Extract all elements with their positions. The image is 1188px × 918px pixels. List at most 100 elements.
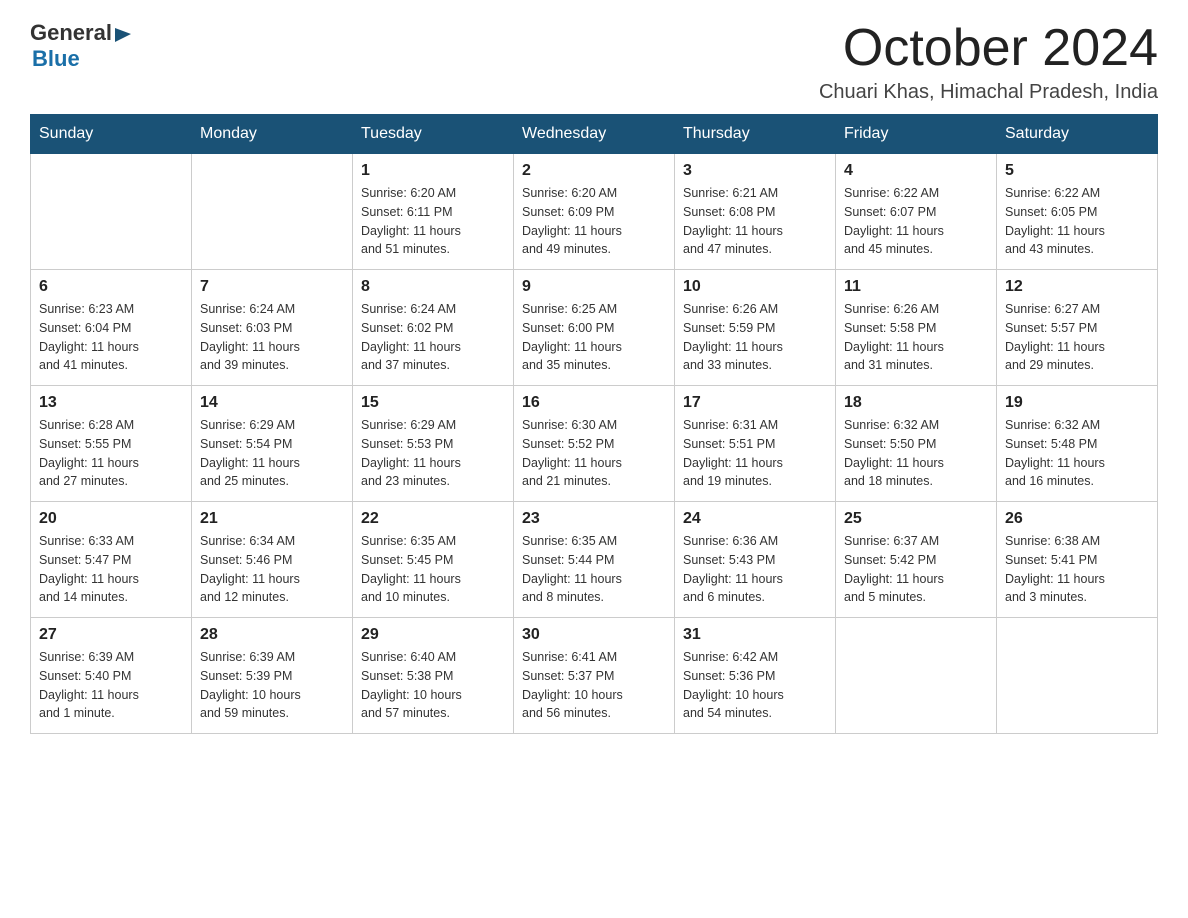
calendar-cell: 9 Sunrise: 6:25 AM Sunset: 6:00 PM Daylig… [514,270,675,386]
calendar-cell: 22 Sunrise: 6:35 AM Sunset: 5:45 PM Dayli… [353,502,514,618]
calendar-cell: 8Sunrise: 6:24 AM Sunset: 6:02 PM Daylig… [353,270,514,386]
calendar-cell: 4Sunrise: 6:22 AM Sunset: 6:07 PM Daylig… [836,154,997,270]
day-info: Sunrise: 6:36 AM Sunset: 5:43 PM Dayligh… [683,532,827,607]
day-info: Sunrise: 6:37 AM Sunset: 5:42 PM Dayligh… [844,532,988,607]
logo: General Blue [30,20,133,72]
logo-triangle-icon [113,24,133,44]
title-section: October 2024 Chuari Khas, Himachal Prade… [819,20,1158,104]
calendar-cell: 31 Sunrise: 6:42 AM Sunset: 5:36 PM Dayli… [675,618,836,734]
day-number: 18 [844,394,988,412]
day-info: Sunrise: 6:23 AM Sunset: 6:04 PM Dayligh… [39,300,183,375]
calendar-header-row: SundayMondayTuesdayWednesdayThursdayFrid… [31,115,1158,154]
day-number: 29 [361,626,505,644]
day-info: Sunrise: 6:41 AM Sunset: 5:37 PM Dayligh… [522,648,666,723]
calendar-cell: 19 Sunrise: 6:32 AM Sunset: 5:48 PM Dayli… [997,386,1158,502]
calendar-cell: 3 Sunrise: 6:21 AM Sunset: 6:08 PM Daylig… [675,154,836,270]
day-number: 21 [200,510,344,528]
calendar-cell [192,154,353,270]
month-title: October 2024 [819,20,1158,77]
calendar-cell: 15Sunrise: 6:29 AM Sunset: 5:53 PM Dayli… [353,386,514,502]
calendar-week-row: 20 Sunrise: 6:33 AM Sunset: 5:47 PM Dayli… [31,502,1158,618]
calendar-cell: 29 Sunrise: 6:40 AM Sunset: 5:38 PM Dayli… [353,618,514,734]
day-number: 25 [844,510,988,528]
day-number: 2 [522,162,666,180]
location-text: Chuari Khas, Himachal Pradesh, India [819,81,1158,104]
day-info: Sunrise: 6:27 AM Sunset: 5:57 PM Dayligh… [1005,300,1149,375]
day-number: 27 [39,626,183,644]
day-number: 26 [1005,510,1149,528]
day-number: 10 [683,278,827,296]
day-number: 13 [39,394,183,412]
calendar-weekday-saturday: Saturday [997,115,1158,154]
day-info: Sunrise: 6:39 AM Sunset: 5:40 PM Dayligh… [39,648,183,723]
calendar-cell: 23Sunrise: 6:35 AM Sunset: 5:44 PM Dayli… [514,502,675,618]
day-info: Sunrise: 6:21 AM Sunset: 6:08 PM Dayligh… [683,184,827,259]
calendar-cell: 14Sunrise: 6:29 AM Sunset: 5:54 PM Dayli… [192,386,353,502]
day-number: 4 [844,162,988,180]
day-number: 19 [1005,394,1149,412]
day-number: 31 [683,626,827,644]
calendar-cell: 12 Sunrise: 6:27 AM Sunset: 5:57 PM Dayli… [997,270,1158,386]
day-number: 3 [683,162,827,180]
calendar-cell: 24 Sunrise: 6:36 AM Sunset: 5:43 PM Dayli… [675,502,836,618]
calendar-cell: 5 Sunrise: 6:22 AM Sunset: 6:05 PM Daylig… [997,154,1158,270]
day-number: 7 [200,278,344,296]
day-info: Sunrise: 6:30 AM Sunset: 5:52 PM Dayligh… [522,416,666,491]
day-number: 20 [39,510,183,528]
day-info: Sunrise: 6:40 AM Sunset: 5:38 PM Dayligh… [361,648,505,723]
calendar-cell: 20 Sunrise: 6:33 AM Sunset: 5:47 PM Dayli… [31,502,192,618]
calendar-cell: 17 Sunrise: 6:31 AM Sunset: 5:51 PM Dayli… [675,386,836,502]
day-info: Sunrise: 6:28 AM Sunset: 5:55 PM Dayligh… [39,416,183,491]
day-info: Sunrise: 6:22 AM Sunset: 6:05 PM Dayligh… [1005,184,1149,259]
day-info: Sunrise: 6:31 AM Sunset: 5:51 PM Dayligh… [683,416,827,491]
calendar-cell: 25 Sunrise: 6:37 AM Sunset: 5:42 PM Dayli… [836,502,997,618]
calendar-cell: 16Sunrise: 6:30 AM Sunset: 5:52 PM Dayli… [514,386,675,502]
day-info: Sunrise: 6:26 AM Sunset: 5:58 PM Dayligh… [844,300,988,375]
day-number: 5 [1005,162,1149,180]
day-info: Sunrise: 6:25 AM Sunset: 6:00 PM Dayligh… [522,300,666,375]
day-number: 23 [522,510,666,528]
day-number: 28 [200,626,344,644]
page-header: General Blue October 2024 Chuari Khas, H… [30,20,1158,104]
calendar-weekday-thursday: Thursday [675,115,836,154]
calendar-cell: 2Sunrise: 6:20 AM Sunset: 6:09 PM Daylig… [514,154,675,270]
calendar-cell: 13 Sunrise: 6:28 AM Sunset: 5:55 PM Dayli… [31,386,192,502]
calendar-cell: 26 Sunrise: 6:38 AM Sunset: 5:41 PM Dayli… [997,502,1158,618]
day-number: 8 [361,278,505,296]
day-info: Sunrise: 6:35 AM Sunset: 5:45 PM Dayligh… [361,532,505,607]
day-number: 12 [1005,278,1149,296]
calendar-week-row: 13 Sunrise: 6:28 AM Sunset: 5:55 PM Dayli… [31,386,1158,502]
calendar-cell: 18 Sunrise: 6:32 AM Sunset: 5:50 PM Dayli… [836,386,997,502]
day-info: Sunrise: 6:26 AM Sunset: 5:59 PM Dayligh… [683,300,827,375]
calendar-cell: 11Sunrise: 6:26 AM Sunset: 5:58 PM Dayli… [836,270,997,386]
calendar-cell: 6 Sunrise: 6:23 AM Sunset: 6:04 PM Daylig… [31,270,192,386]
day-info: Sunrise: 6:38 AM Sunset: 5:41 PM Dayligh… [1005,532,1149,607]
calendar-weekday-sunday: Sunday [31,115,192,154]
day-info: Sunrise: 6:32 AM Sunset: 5:48 PM Dayligh… [1005,416,1149,491]
calendar-cell: 21 Sunrise: 6:34 AM Sunset: 5:46 PM Dayli… [192,502,353,618]
calendar-cell [997,618,1158,734]
day-number: 1 [361,162,505,180]
logo-blue-text: Blue [32,46,80,72]
day-number: 14 [200,394,344,412]
day-info: Sunrise: 6:42 AM Sunset: 5:36 PM Dayligh… [683,648,827,723]
calendar-cell [836,618,997,734]
day-number: 9 [522,278,666,296]
calendar-cell: 10 Sunrise: 6:26 AM Sunset: 5:59 PM Dayli… [675,270,836,386]
calendar-cell [31,154,192,270]
day-info: Sunrise: 6:29 AM Sunset: 5:53 PM Dayligh… [361,416,505,491]
day-number: 22 [361,510,505,528]
calendar-cell: 28Sunrise: 6:39 AM Sunset: 5:39 PM Dayli… [192,618,353,734]
calendar-cell: 30Sunrise: 6:41 AM Sunset: 5:37 PM Dayli… [514,618,675,734]
day-info: Sunrise: 6:32 AM Sunset: 5:50 PM Dayligh… [844,416,988,491]
day-number: 24 [683,510,827,528]
calendar-weekday-tuesday: Tuesday [353,115,514,154]
day-number: 6 [39,278,183,296]
logo-general-text: General [30,20,112,46]
day-number: 17 [683,394,827,412]
day-info: Sunrise: 6:33 AM Sunset: 5:47 PM Dayligh… [39,532,183,607]
day-info: Sunrise: 6:34 AM Sunset: 5:46 PM Dayligh… [200,532,344,607]
calendar-weekday-wednesday: Wednesday [514,115,675,154]
calendar-week-row: 1Sunrise: 6:20 AM Sunset: 6:11 PM Daylig… [31,154,1158,270]
calendar-table: SundayMondayTuesdayWednesdayThursdayFrid… [30,114,1158,734]
